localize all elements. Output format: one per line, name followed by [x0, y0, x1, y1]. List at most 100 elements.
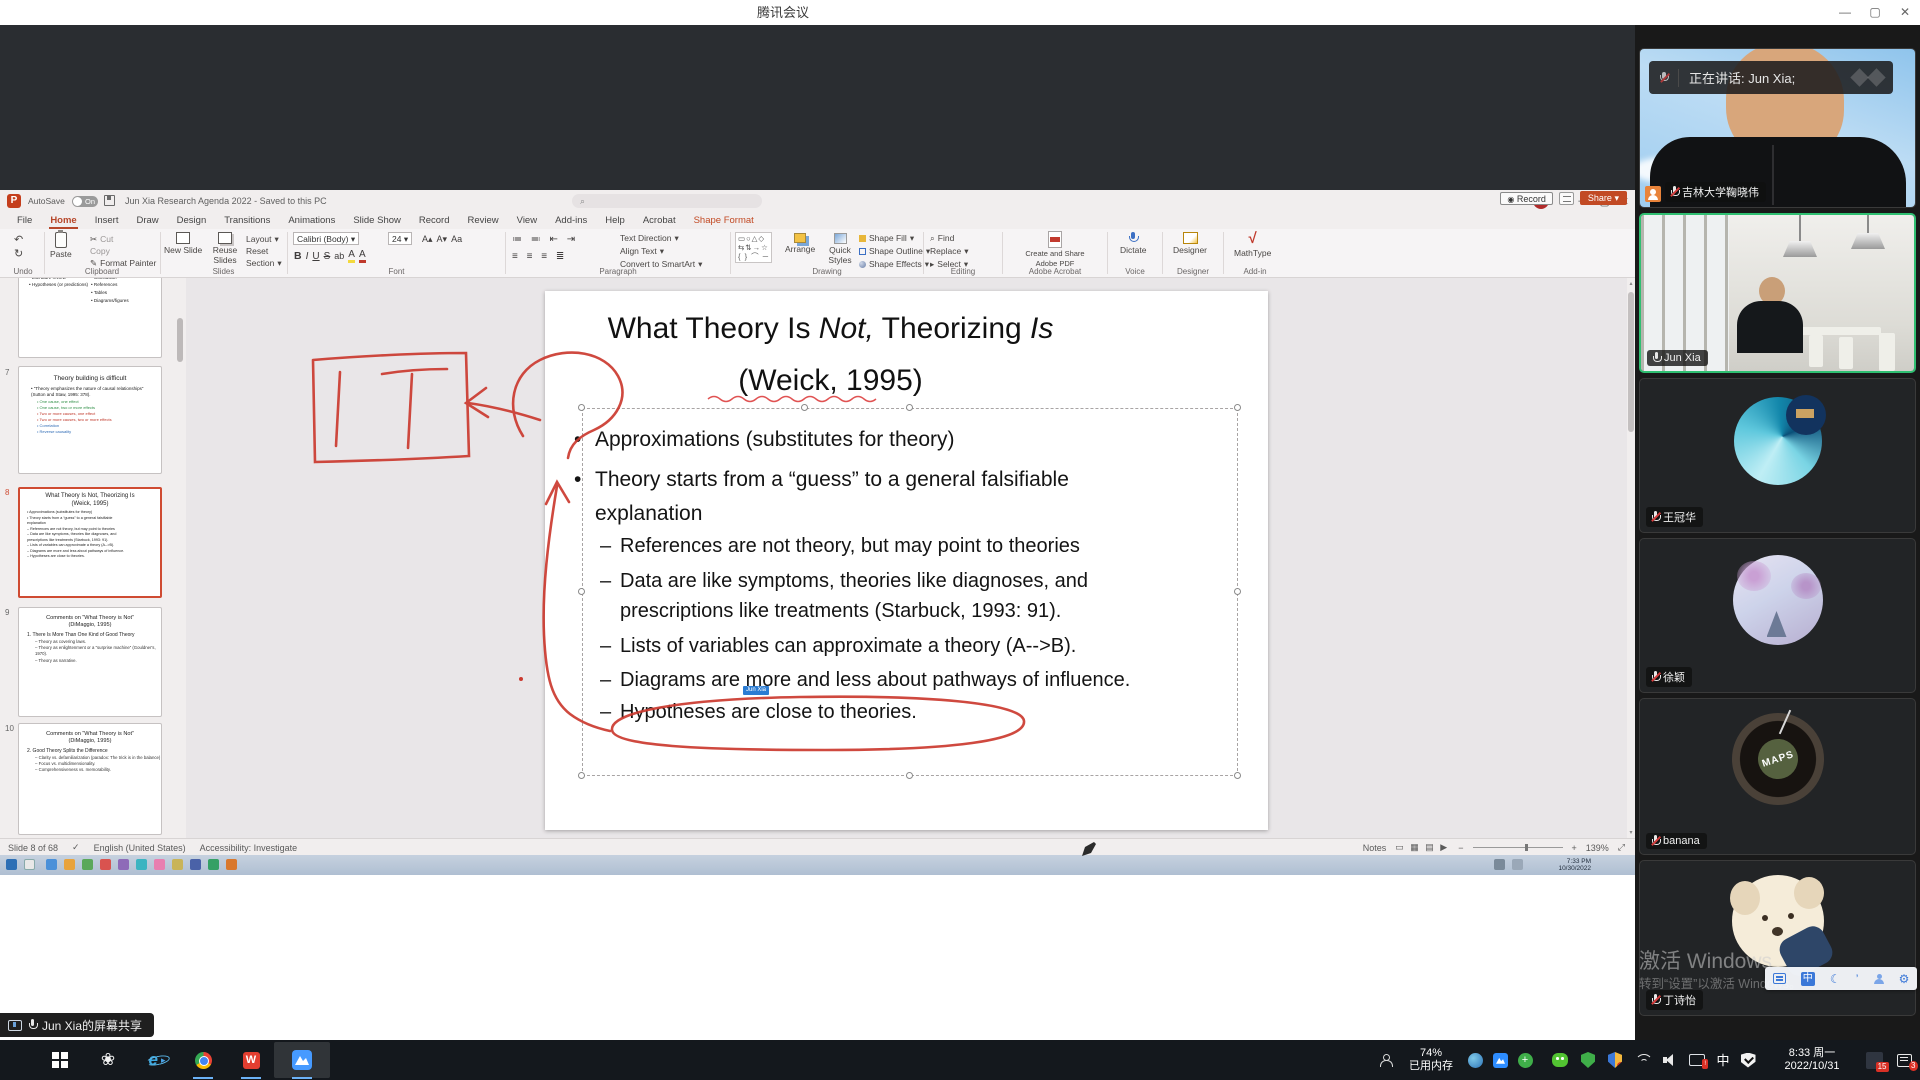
slide-thumbnail-9[interactable]: Comments on “What Theory is Not”(DiMaggi… — [18, 607, 162, 717]
chrome-icon[interactable] — [188, 1040, 218, 1080]
slide-thumbnail-7[interactable]: Theory building is difficult • “Theory e… — [18, 366, 162, 474]
font-color-button[interactable]: A — [359, 250, 366, 263]
new-slide-button[interactable]: New Slide — [164, 232, 202, 255]
canvas-scrollbar[interactable]: ▴ ▾ — [1627, 278, 1635, 838]
accessibility-status[interactable]: Accessibility: Investigate — [200, 843, 298, 853]
cut-button[interactable]: ✂Cut — [90, 233, 113, 245]
zoom-out-button[interactable]: − — [1458, 843, 1463, 853]
comments-button[interactable] — [1559, 192, 1574, 205]
meeting-tray-icon[interactable] — [1488, 1040, 1512, 1080]
video-tile-2-active[interactable]: Jun Xia — [1639, 213, 1916, 373]
minimize-button[interactable]: — — [1830, 0, 1860, 25]
wps-office-icon[interactable]: W — [236, 1040, 266, 1080]
align-text-button[interactable]: Align Text▾ — [620, 245, 664, 257]
zoom-slider[interactable] — [1473, 847, 1563, 848]
video-tile-1[interactable]: 正在讲话: Jun Xia; 吉林大学鞠晓伟 — [1639, 48, 1916, 208]
designer-button[interactable]: Designer — [1173, 232, 1207, 255]
autosave-toggle[interactable]: On — [72, 196, 98, 207]
layout-button[interactable]: Layout▾ — [246, 233, 279, 245]
replace-button[interactable]: Replace▾ — [930, 245, 968, 257]
align-buttons[interactable]: ≡ ≡ ≡ ≣ — [512, 251, 567, 262]
slide-text-line[interactable]: explanation — [545, 502, 1268, 526]
search-input[interactable]: ⌕ — [572, 194, 762, 208]
app-360-icon[interactable]: ❀ — [94, 1040, 122, 1080]
shrink-font-button[interactable]: A▾ — [437, 234, 448, 245]
ime-language-icon[interactable]: 中 — [1801, 972, 1815, 986]
security-check-icon[interactable] — [1736, 1040, 1760, 1080]
video-tile-3[interactable]: 王冠华 — [1639, 378, 1916, 533]
create-pdf-button[interactable]: Create and Share Adobe PDF — [1013, 231, 1097, 268]
menu-tab[interactable]: Draw — [127, 213, 167, 229]
zoom-slider-knob[interactable] — [1525, 844, 1528, 851]
video-tile-4[interactable]: 徐颖 — [1639, 538, 1916, 693]
menu-tab[interactable]: Transitions — [215, 213, 279, 229]
italic-button[interactable]: I — [306, 251, 309, 262]
menu-tab[interactable]: Shape Format — [685, 213, 763, 229]
menu-tab[interactable]: File — [8, 213, 41, 229]
scrollbar-thumb[interactable] — [177, 318, 183, 362]
scrollbar-thumb[interactable] — [1628, 292, 1634, 432]
network-globe-icon[interactable] — [1463, 1040, 1487, 1080]
video-tile-5[interactable]: MAPS banana — [1639, 698, 1916, 855]
menu-tab[interactable]: Help — [596, 213, 634, 229]
reset-button[interactable]: Reset — [246, 245, 268, 257]
shape-fill-button[interactable]: Shape Fill▾ — [859, 232, 914, 244]
menu-tab[interactable]: Acrobat — [634, 213, 685, 229]
start-button[interactable] — [46, 1040, 74, 1080]
slide-text-line[interactable]: –Lists of variables can approximate a th… — [545, 635, 1268, 658]
punctuation-icon[interactable]: ’ — [1856, 973, 1859, 985]
spellcheck-icon[interactable]: ✓ — [72, 842, 80, 853]
grow-font-button[interactable]: A▴ — [422, 234, 433, 245]
menu-tab[interactable]: Animations — [279, 213, 344, 229]
scroll-up-icon[interactable]: ▴ — [1627, 280, 1635, 287]
character-spacing-button[interactable]: ab — [334, 251, 344, 261]
slide-editing-area[interactable]: What Theory Is Not, Theorizing Is(Weick,… — [545, 291, 1268, 830]
share-button[interactable]: Share ▾ — [1580, 191, 1627, 205]
mathtype-button[interactable]: √ MathType — [1234, 230, 1271, 258]
find-button[interactable]: ⌕Find — [930, 232, 954, 244]
undo-icon[interactable]: ↶ — [14, 233, 23, 246]
slide-text-line[interactable]: prescriptions like treatments (Starbuck,… — [545, 600, 1268, 623]
slide-thumbnail-10[interactable]: Comments on “What Theory is Not”(DiMaggi… — [18, 723, 162, 835]
memory-usage-indicator[interactable]: 74%已用内存 — [1400, 1040, 1462, 1080]
font-name-select[interactable]: Calibri (Body) ▾ — [293, 232, 359, 245]
strikethrough-button[interactable]: S — [324, 251, 331, 262]
highlight-color-button[interactable]: A — [348, 250, 355, 263]
slide-text-line[interactable]: –References are not theory, but may poin… — [545, 535, 1268, 558]
menu-tab[interactable]: Add-ins — [546, 213, 596, 229]
view-switcher-icons[interactable]: ▭ ▦ ▤ ▶ — [1395, 842, 1449, 853]
slide-text-line[interactable]: –Data are like symptoms, theories like d… — [545, 570, 1268, 593]
save-icon[interactable] — [104, 195, 115, 206]
internet-explorer-icon[interactable]: e▸ — [140, 1040, 174, 1080]
zoom-in-button[interactable]: + — [1572, 843, 1577, 853]
arrange-button[interactable]: Arrange — [785, 233, 815, 254]
slide-text-line[interactable]: –Diagrams are more and less about pathwa… — [545, 669, 1268, 692]
slide-thumbnail-6[interactable]: • Abstract• Introduction• Literature rev… — [18, 278, 162, 358]
language-status[interactable]: English (United States) — [94, 843, 186, 853]
zoom-level[interactable]: 139% — [1586, 843, 1609, 853]
clock[interactable]: 8:33 周一2022/10/31 — [1766, 1040, 1858, 1080]
shield-icon[interactable] — [1576, 1040, 1600, 1080]
shapes-gallery[interactable]: ▭○△◇ ⇆⇅→☆ { } ⌒ ─ — [735, 232, 772, 263]
slide-text-line[interactable]: •Theory starts from a “guess” to a gener… — [545, 468, 1268, 492]
redo-icon[interactable]: ↻ — [14, 247, 23, 260]
slide-text-line[interactable]: –Hypotheses are close to theories. — [545, 701, 1268, 724]
antivirus-plus-icon[interactable]: + — [1513, 1040, 1537, 1080]
scroll-down-icon[interactable]: ▾ — [1627, 829, 1635, 836]
display-alert-icon[interactable]: ! — [1684, 1040, 1710, 1080]
menu-tab[interactable]: View — [508, 213, 546, 229]
menu-tab[interactable]: Slide Show — [344, 213, 410, 229]
notes-button[interactable]: Notes — [1363, 843, 1387, 853]
close-button[interactable]: ✕ — [1890, 0, 1920, 25]
hidden-icons-button[interactable] — [1374, 1040, 1398, 1080]
moon-icon[interactable]: ☾ — [1830, 973, 1841, 985]
wifi-icon[interactable] — [1630, 1040, 1656, 1080]
dictate-button[interactable]: Dictate — [1120, 232, 1146, 255]
wechat-icon[interactable] — [1548, 1040, 1572, 1080]
video-tile-6[interactable]: 丁诗怡 — [1639, 860, 1916, 1016]
slide-thumbnail-8-selected[interactable]: What Theory Is Not, Theorizing Is(Weick,… — [18, 487, 162, 598]
gear-icon[interactable]: ⚙ — [1899, 973, 1910, 985]
copy-button[interactable]: Copy — [90, 245, 110, 257]
slide-text-line[interactable]: •Approximations (substitutes for theory) — [545, 428, 1268, 452]
font-size-select[interactable]: 24 ▾ — [388, 232, 412, 245]
